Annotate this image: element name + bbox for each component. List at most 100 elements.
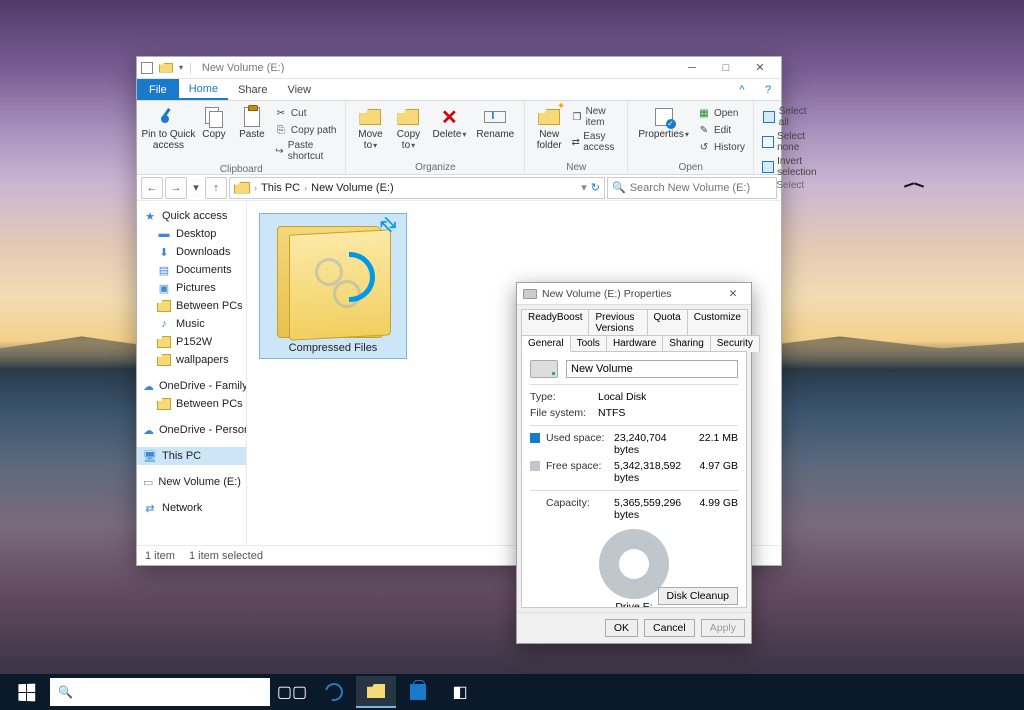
dialog-titlebar[interactable]: New Volume (E:) Properties ✕ xyxy=(517,283,751,305)
nav-pictures[interactable]: ▣Pictures xyxy=(137,279,246,297)
copyto-icon xyxy=(397,109,419,125)
tab-previous-versions[interactable]: Previous Versions xyxy=(588,309,647,336)
tab-sharing[interactable]: Sharing xyxy=(662,335,710,352)
easy-access-button[interactable]: ⇄Easy access xyxy=(569,130,621,154)
taskbar-app[interactable]: ◧ xyxy=(440,676,480,708)
drive-name-input[interactable] xyxy=(566,360,738,378)
taskbar-store[interactable] xyxy=(398,676,438,708)
nav-wallpapers[interactable]: wallpapers xyxy=(137,351,246,369)
taskbar-explorer[interactable] xyxy=(356,676,396,708)
drive-letter-label: Drive E: xyxy=(615,601,652,608)
nav-forward-button[interactable]: → xyxy=(165,177,187,199)
file-item-compressed-files[interactable]: ⇄ Compressed Files xyxy=(259,213,407,359)
copy-path-button[interactable]: ⎘Copy path xyxy=(272,122,340,138)
tab-customize[interactable]: Customize xyxy=(687,309,748,336)
used-bytes: 23,240,704 bytes xyxy=(614,432,688,456)
cut-button[interactable]: ✂Cut xyxy=(272,105,340,121)
maximize-button[interactable]: □ xyxy=(709,58,743,78)
nav-onedrive-personal[interactable]: ☁OneDrive - Personal xyxy=(137,421,246,439)
select-all-button[interactable]: Select all xyxy=(760,105,820,129)
breadcrumb-thispc[interactable]: This PC xyxy=(261,182,300,194)
qat-dropdown-icon[interactable]: ▾ xyxy=(179,63,183,72)
tab-share[interactable]: Share xyxy=(228,79,277,100)
disk-cleanup-button[interactable]: Disk Cleanup xyxy=(658,587,738,605)
drive-icon: ▭ xyxy=(143,475,153,489)
open-button[interactable]: ▦Open xyxy=(695,105,747,121)
search-box[interactable]: 🔍 xyxy=(607,177,777,199)
ribbon-collapse-icon[interactable]: ^ xyxy=(729,79,755,100)
minimize-button[interactable]: ─ xyxy=(675,58,709,78)
nav-up-button[interactable]: ↑ xyxy=(205,177,227,199)
nav-back-button[interactable]: ← xyxy=(141,177,163,199)
folder-icon xyxy=(157,354,171,366)
dialog-close-button[interactable]: ✕ xyxy=(721,288,745,300)
folder-large-icon: ⇄ xyxy=(273,218,393,338)
qat-properties-icon[interactable] xyxy=(141,62,153,74)
help-icon[interactable]: ? xyxy=(755,79,781,100)
nav-new-volume[interactable]: ▭New Volume (E:) xyxy=(137,473,246,491)
tab-tools[interactable]: Tools xyxy=(570,335,607,352)
new-folder-button[interactable]: ✦New folder xyxy=(531,103,567,153)
tab-view[interactable]: View xyxy=(277,79,321,100)
nav-music[interactable]: ♪Music xyxy=(137,315,246,333)
cancel-button[interactable]: Cancel xyxy=(644,619,695,637)
selectnone-icon xyxy=(762,136,774,148)
tab-general[interactable]: General xyxy=(521,335,571,352)
dialog-tabs: ReadyBoost Previous Versions Quota Custo… xyxy=(517,305,751,351)
start-button[interactable] xyxy=(6,676,46,708)
taskbar-edge[interactable] xyxy=(314,676,354,708)
nav-p152w[interactable]: P152W xyxy=(137,333,246,351)
rename-button[interactable]: Rename xyxy=(472,103,518,143)
moveto-icon xyxy=(359,109,381,125)
properties-button[interactable]: Properties xyxy=(634,103,693,143)
taskbar-search[interactable]: 🔍 xyxy=(50,678,270,706)
nav-recent-button[interactable]: ▾ xyxy=(189,177,203,199)
apply-button[interactable]: Apply xyxy=(701,619,745,637)
cap-label: Capacity: xyxy=(546,497,608,521)
copy-button[interactable]: Copy xyxy=(196,103,232,143)
address-refresh-icon[interactable]: ↻ xyxy=(591,181,600,194)
nav-between-pcs-2[interactable]: Between PCs xyxy=(137,395,246,413)
tab-home[interactable]: Home xyxy=(179,79,228,100)
nav-documents[interactable]: ▤Documents xyxy=(137,261,246,279)
address-dropdown-icon[interactable]: ▾ xyxy=(581,181,587,194)
tab-quota[interactable]: Quota xyxy=(647,309,688,336)
new-item-button[interactable]: ❐New item xyxy=(569,105,621,129)
breadcrumb-current[interactable]: New Volume (E:) xyxy=(311,182,394,194)
tab-readyboost[interactable]: ReadyBoost xyxy=(521,309,589,336)
paste-button[interactable]: Paste xyxy=(234,103,270,143)
tab-security[interactable]: Security xyxy=(710,335,760,352)
qat-folder-icon[interactable] xyxy=(159,63,173,73)
close-button[interactable]: ✕ xyxy=(743,58,777,78)
nav-network[interactable]: ⇄Network xyxy=(137,499,246,517)
history-icon: ↺ xyxy=(697,140,711,154)
free-label: Free space: xyxy=(546,460,608,484)
tab-file[interactable]: File xyxy=(137,79,179,100)
navigation-bar: ← → ▾ ↑ › This PC › New Volume (E:) ▾ ↻ … xyxy=(137,175,781,201)
history-button[interactable]: ↺History xyxy=(695,139,747,155)
select-none-button[interactable]: Select none xyxy=(760,130,820,154)
folder-icon xyxy=(157,336,171,348)
taskbar: 🔍 ▢▢ ◧ xyxy=(0,674,1024,710)
tab-hardware[interactable]: Hardware xyxy=(606,335,663,352)
search-input[interactable] xyxy=(630,182,772,194)
delete-button[interactable]: ✕Delete xyxy=(428,103,470,143)
fs-label: File system: xyxy=(530,407,592,419)
new-star-icon: ✦ xyxy=(557,101,565,112)
copy-icon xyxy=(205,107,223,127)
nav-between-pcs[interactable]: Between PCs xyxy=(137,297,246,315)
pin-quick-access-button[interactable]: Pin to Quick access xyxy=(143,103,194,153)
nav-this-pc[interactable]: 🖥This PC xyxy=(137,447,246,465)
ok-button[interactable]: OK xyxy=(605,619,638,637)
task-view-button[interactable]: ▢▢ xyxy=(272,676,312,708)
address-bar[interactable]: › This PC › New Volume (E:) ▾ ↻ xyxy=(229,177,605,199)
titlebar[interactable]: ▾ | New Volume (E:) ─ □ ✕ xyxy=(137,57,781,79)
move-to-button[interactable]: Move to xyxy=(352,103,388,153)
copy-to-button[interactable]: Copy to xyxy=(390,103,426,153)
nav-downloads[interactable]: ⬇Downloads xyxy=(137,243,246,261)
nav-desktop[interactable]: ▬Desktop xyxy=(137,225,246,243)
edit-button[interactable]: ✎Edit xyxy=(695,122,747,138)
paste-shortcut-button[interactable]: ↪Paste shortcut xyxy=(272,139,340,163)
nav-quick-access[interactable]: ★Quick access xyxy=(137,207,246,225)
nav-onedrive-family[interactable]: ☁OneDrive - Family xyxy=(137,377,246,395)
